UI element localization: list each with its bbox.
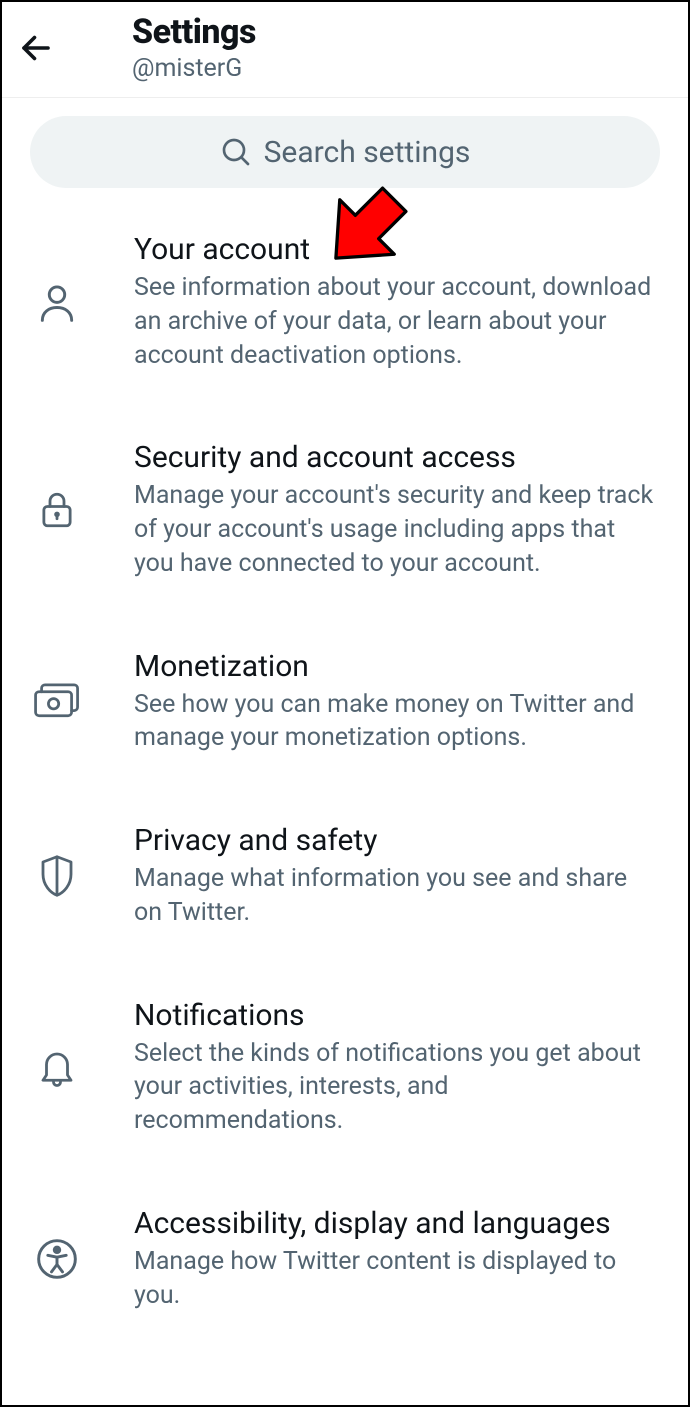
shield-icon bbox=[36, 853, 78, 899]
item-title: Privacy and safety bbox=[134, 823, 658, 858]
accessibility-icon bbox=[35, 1237, 79, 1281]
settings-item-privacy[interactable]: Privacy and safety Manage what informati… bbox=[2, 789, 688, 964]
lock-icon bbox=[36, 489, 78, 531]
item-title: Accessibility, display and languages bbox=[134, 1206, 658, 1241]
item-desc: See how you can make money on Twitter an… bbox=[134, 688, 658, 756]
item-title: Monetization bbox=[134, 649, 658, 684]
person-icon bbox=[35, 280, 79, 324]
settings-item-your-account[interactable]: Your account See information about your … bbox=[2, 198, 688, 406]
settings-item-accessibility[interactable]: Accessibility, display and languages Man… bbox=[2, 1172, 688, 1347]
search-icon bbox=[220, 136, 252, 168]
settings-list: Your account See information about your … bbox=[2, 198, 688, 1346]
search-placeholder: Search settings bbox=[264, 135, 471, 170]
item-desc: Manage what information you see and shar… bbox=[134, 862, 658, 930]
item-desc: Manage how Twitter content is displayed … bbox=[134, 1245, 658, 1313]
header: Settings @misterG bbox=[2, 2, 688, 98]
item-desc: Manage your account's security and keep … bbox=[134, 479, 658, 580]
item-title: Notifications bbox=[134, 998, 658, 1033]
username-label: @misterG bbox=[132, 54, 256, 83]
item-desc: See information about your account, down… bbox=[134, 271, 658, 372]
cash-icon bbox=[33, 682, 81, 722]
settings-item-notifications[interactable]: Notifications Select the kinds of notifi… bbox=[2, 964, 688, 1172]
back-button[interactable] bbox=[18, 30, 74, 66]
item-desc: Select the kinds of notifications you ge… bbox=[134, 1037, 658, 1138]
bell-icon bbox=[36, 1045, 78, 1091]
settings-item-monetization[interactable]: Monetization See how you can make money … bbox=[2, 615, 688, 790]
page-title: Settings bbox=[132, 12, 256, 52]
search-container: Search settings bbox=[2, 98, 688, 198]
back-arrow-icon bbox=[18, 30, 54, 66]
item-title: Security and account access bbox=[134, 440, 658, 475]
settings-item-security[interactable]: Security and account access Manage your … bbox=[2, 406, 688, 614]
item-title: Your account bbox=[134, 232, 658, 267]
search-input[interactable]: Search settings bbox=[30, 116, 660, 188]
